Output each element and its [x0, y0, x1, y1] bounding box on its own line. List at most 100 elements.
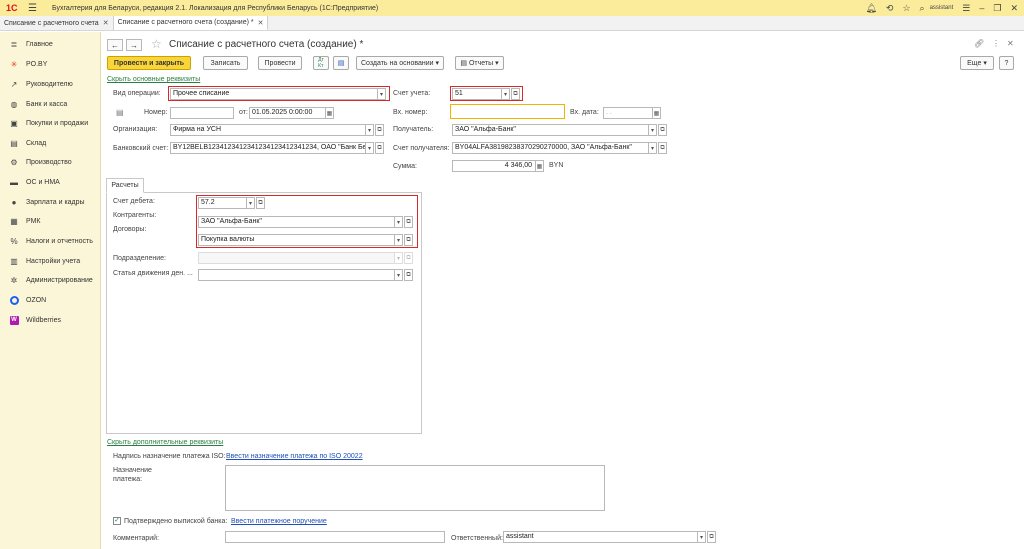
settings-menu-icon[interactable]: ☰: [962, 3, 970, 14]
print-doc-icon[interactable]: ▤: [333, 56, 349, 70]
recipient-account-dropdown-button[interactable]: ▾: [648, 142, 657, 154]
sidebar-item-label: Покупки и продажи: [26, 119, 89, 127]
sidebar-item-purchases[interactable]: ▣ Покупки и продажи: [0, 114, 101, 132]
help-button[interactable]: ?: [999, 56, 1014, 70]
bank-account-dropdown-button[interactable]: ▾: [365, 142, 374, 154]
recipient-account-open-button[interactable]: ⧉: [658, 142, 667, 154]
in-number-input[interactable]: [450, 104, 565, 119]
star-icon[interactable]: ☆: [902, 3, 910, 14]
favorite-star-icon[interactable]: ☆: [151, 37, 162, 51]
iso-purpose-link[interactable]: Ввести назначение платежа по ISO 20022: [226, 453, 363, 460]
link-icon[interactable]: 🔗︎: [974, 39, 984, 48]
cashflow-input[interactable]: [198, 269, 395, 281]
window-title: Бухгалтерия для Беларуси, редакция 2.1. …: [52, 4, 379, 12]
sidebar-item-payroll[interactable]: ● Зарплата и кадры: [0, 193, 101, 211]
save-button[interactable]: Записать: [203, 56, 248, 70]
date-input[interactable]: 01.05.2025 0:00:00: [249, 107, 326, 119]
recipient-open-button[interactable]: ⧉: [658, 124, 667, 136]
sidebar-item-main[interactable]: ≣ Главное: [0, 35, 101, 53]
app-logo: 1С: [6, 3, 18, 13]
calendar-button[interactable]: ▦: [325, 107, 334, 119]
division-input[interactable]: [198, 252, 395, 264]
tab-label: Списание с расчетного счета: [4, 19, 99, 27]
responsible-input[interactable]: assistant: [503, 531, 698, 543]
search-icon[interactable]: ⌕: [920, 3, 925, 14]
responsible-open-button[interactable]: ⧉: [707, 531, 716, 543]
operation-dropdown-button[interactable]: ▾: [377, 88, 386, 100]
counterparty-dropdown-button[interactable]: ▾: [394, 216, 403, 228]
sidebar-item-administration[interactable]: ✲ Администрирование: [0, 271, 101, 289]
sidebar-item-rmk[interactable]: ▦ РМК: [0, 212, 101, 230]
hide-extra-details-link[interactable]: Скрыть дополнительные реквизиты: [107, 439, 223, 446]
reports-button[interactable]: ▤ Отчеты ▾: [455, 56, 504, 70]
main-menu-icon[interactable]: ☰: [28, 3, 42, 14]
sidebar-item-production[interactable]: ⚙ Производство: [0, 153, 101, 171]
bell-icon[interactable]: 🔔︎: [865, 3, 876, 14]
sidebar-item-warehouse[interactable]: ▤ Склад: [0, 134, 101, 152]
counterparty-open-button[interactable]: ⧉: [404, 216, 413, 228]
barcode-icon[interactable]: ▤: [116, 108, 124, 117]
hide-main-details-link[interactable]: Скрыть основные реквизиты: [107, 76, 200, 83]
sidebar-item-taxes[interactable]: % Налоги и отчетность: [0, 232, 101, 250]
tab-write-off-create[interactable]: Списание с расчетного счета (создание) *…: [113, 16, 269, 30]
sidebar-item-accounting-settings[interactable]: ▥ Настройки учета: [0, 252, 101, 270]
recipient-account-input[interactable]: BY04ALFA38198238370290270000, ЗАО "Альфа…: [452, 142, 649, 154]
contract-dropdown-button[interactable]: ▾: [394, 234, 403, 246]
sidebar-item-manager[interactable]: ↗ Руководителю: [0, 75, 101, 93]
post-and-close-button[interactable]: Провести и закрыть: [107, 56, 191, 70]
close-tab-icon[interactable]: ✕: [258, 19, 264, 27]
division-dropdown-button[interactable]: ▾: [394, 252, 403, 264]
post-button[interactable]: Провести: [258, 56, 302, 70]
sidebar-item-assets[interactable]: ▬ ОС и НМА: [0, 173, 101, 191]
account-dropdown-button[interactable]: ▾: [501, 88, 510, 100]
division-open-button[interactable]: ⧉: [404, 252, 413, 264]
debit-open-button[interactable]: ⧉: [256, 197, 265, 209]
account-input[interactable]: 51: [452, 88, 502, 100]
sum-input[interactable]: 4 346,00: [452, 160, 536, 172]
more-button[interactable]: Еще ▾: [960, 56, 994, 70]
tab-calculations[interactable]: Расчеты: [106, 178, 144, 193]
org-open-button[interactable]: ⧉: [375, 124, 384, 136]
dt-kt-icon[interactable]: Дт Кт: [313, 56, 329, 70]
contract-open-button[interactable]: ⧉: [404, 234, 413, 246]
minimize-icon[interactable]: –: [979, 3, 984, 13]
in-date-calendar-button[interactable]: ▦: [652, 107, 661, 119]
forward-button[interactable]: →: [126, 39, 142, 51]
cashflow-open-button[interactable]: ⧉: [404, 269, 413, 281]
payment-order-link[interactable]: Ввести платежное поручение: [231, 518, 327, 525]
user-name[interactable]: assistant: [930, 5, 954, 11]
contract-input[interactable]: Покупка валюты: [198, 234, 395, 246]
more-vert-icon[interactable]: ⋮: [992, 39, 1000, 48]
tab-write-off-list[interactable]: Списание с расчетного счета ✕: [0, 16, 114, 30]
calculator-button[interactable]: ▦: [535, 160, 544, 172]
sidebar-item-poby[interactable]: ✳ PO.BY: [0, 55, 101, 73]
recipient-dropdown-button[interactable]: ▾: [648, 124, 657, 136]
purpose-textarea[interactable]: [225, 465, 605, 511]
in-date-input[interactable]: . .: [603, 107, 653, 119]
restore-icon[interactable]: ❐: [993, 3, 1001, 14]
sidebar-item-wildberries[interactable]: W Wildberries: [0, 311, 101, 329]
sidebar-item-ozon[interactable]: OZON: [0, 291, 101, 309]
history-icon[interactable]: ⟲: [886, 3, 894, 14]
debit-input[interactable]: 57.2: [198, 197, 247, 209]
debit-dropdown-button[interactable]: ▾: [246, 197, 255, 209]
account-open-button[interactable]: ⧉: [511, 88, 520, 100]
sidebar-item-bank[interactable]: ◍ Банк и касса: [0, 95, 101, 113]
org-dropdown-button[interactable]: ▾: [365, 124, 374, 136]
create-based-on-button[interactable]: Создать на основании ▾: [356, 56, 444, 70]
org-input[interactable]: Фирма на УСН: [170, 124, 366, 136]
comment-input[interactable]: [225, 531, 445, 543]
back-button[interactable]: ←: [107, 39, 123, 51]
close-window-icon[interactable]: ✕: [1010, 3, 1018, 14]
responsible-dropdown-button[interactable]: ▾: [697, 531, 706, 543]
operation-select[interactable]: Прочее списание: [170, 88, 378, 100]
confirmed-checkbox[interactable]: ✓: [113, 517, 121, 525]
counterparty-input[interactable]: ЗАО "Альфа-Банк": [198, 216, 395, 228]
recipient-input[interactable]: ЗАО "Альфа-Банк": [452, 124, 649, 136]
close-tab-icon[interactable]: ✕: [103, 19, 109, 27]
bank-account-input[interactable]: BY12BELB1234123412341234123412341234, ОА…: [170, 142, 366, 154]
cashflow-dropdown-button[interactable]: ▾: [394, 269, 403, 281]
bank-account-open-button[interactable]: ⧉: [375, 142, 384, 154]
number-input[interactable]: [170, 107, 234, 119]
close-form-icon[interactable]: ✕: [1007, 39, 1014, 48]
